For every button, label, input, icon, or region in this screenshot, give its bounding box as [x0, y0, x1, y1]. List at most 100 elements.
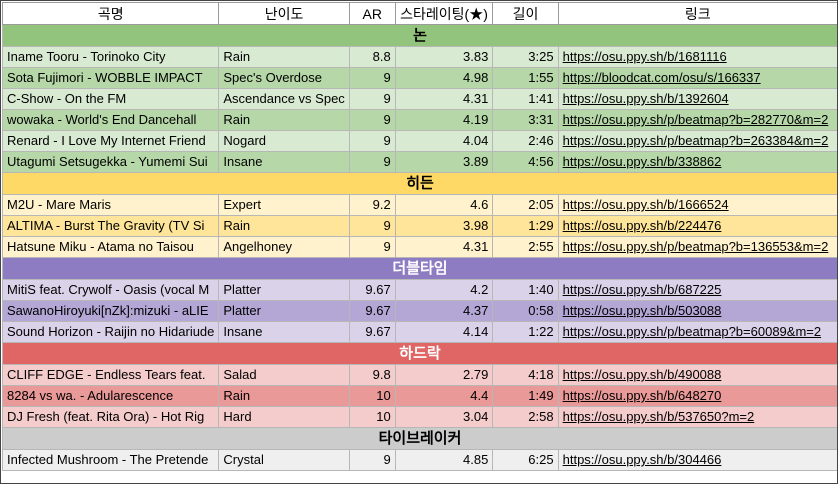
cell-link[interactable]: https://osu.ppy.sh/p/beatmap?b=60089&m=2	[557, 321, 838, 343]
cell-ar[interactable]: 9.67	[348, 321, 396, 343]
cell-length[interactable]: 1:40	[492, 279, 559, 301]
cell-ar[interactable]: 9	[348, 151, 396, 173]
cell-song[interactable]: 8284 vs wa. - Adularescence	[1, 385, 220, 407]
cell-stars[interactable]: 4.85	[394, 449, 494, 471]
cell-ar[interactable]: 9	[348, 449, 396, 471]
cell-link[interactable]: https://osu.ppy.sh/p/beatmap?b=136553&m=…	[557, 236, 838, 258]
cell-length[interactable]: 1:29	[492, 215, 559, 237]
cell-link[interactable]: https://osu.ppy.sh/b/648270	[557, 385, 838, 407]
cell-stars[interactable]: 4.4	[394, 385, 494, 407]
cell-stars[interactable]: 3.83	[394, 46, 494, 68]
cell-difficulty[interactable]: Insane	[218, 151, 350, 173]
cell-length[interactable]: 1:22	[492, 321, 559, 343]
cell-link[interactable]: https://osu.ppy.sh/b/503088	[557, 300, 838, 322]
cell-length[interactable]: 1:49	[492, 385, 559, 407]
cell-stars[interactable]: 4.37	[394, 300, 494, 322]
cell-song[interactable]: C-Show - On the FM	[1, 88, 220, 110]
cell-length[interactable]: 1:55	[492, 67, 559, 89]
header-song[interactable]: 곡명	[1, 2, 220, 25]
cell-link[interactable]: https://osu.ppy.sh/b/1392604	[557, 88, 838, 110]
cell-difficulty[interactable]: Salad	[218, 364, 350, 386]
cell-ar[interactable]: 9	[348, 67, 396, 89]
cell-link[interactable]: https://osu.ppy.sh/b/537650?m=2	[557, 406, 838, 428]
cell-stars[interactable]: 4.6	[394, 194, 494, 216]
cell-link[interactable]: https://osu.ppy.sh/p/beatmap?b=263384&m=…	[557, 130, 838, 152]
cell-stars[interactable]: 3.89	[394, 151, 494, 173]
cell-song[interactable]: SawanoHiroyuki[nZk]:mizuki - aLIE	[1, 300, 220, 322]
cell-length[interactable]: 2:46	[492, 130, 559, 152]
cell-link[interactable]: https://osu.ppy.sh/b/490088	[557, 364, 838, 386]
cell-difficulty[interactable]: Rain	[218, 385, 350, 407]
cell-link[interactable]: https://osu.ppy.sh/p/beatmap?b=282770&m=…	[557, 109, 838, 131]
section-title[interactable]: 논	[2, 24, 838, 47]
cell-link[interactable]: https://osu.ppy.sh/b/1681116	[557, 46, 838, 68]
cell-difficulty[interactable]: Platter	[218, 279, 350, 301]
cell-link[interactable]: https://osu.ppy.sh/b/1666524	[557, 194, 838, 216]
cell-ar[interactable]: 8.8	[348, 46, 396, 68]
cell-link[interactable]: https://osu.ppy.sh/b/224476	[557, 215, 838, 237]
cell-stars[interactable]: 3.04	[394, 406, 494, 428]
cell-difficulty[interactable]: Crystal	[218, 449, 350, 471]
cell-difficulty[interactable]: Nogard	[218, 130, 350, 152]
cell-length[interactable]: 6:25	[492, 449, 559, 471]
cell-difficulty[interactable]: Insane	[218, 321, 350, 343]
cell-length[interactable]: 3:31	[492, 109, 559, 131]
cell-ar[interactable]: 9.67	[348, 279, 396, 301]
cell-song[interactable]: M2U - Mare Maris	[1, 194, 220, 216]
cell-difficulty[interactable]: Expert	[218, 194, 350, 216]
cell-link[interactable]: https://osu.ppy.sh/b/687225	[557, 279, 838, 301]
cell-song[interactable]: Utagumi Setsugekka - Yumemi Sui	[1, 151, 220, 173]
cell-song[interactable]: wowaka - World's End Dancehall	[1, 109, 220, 131]
cell-length[interactable]: 0:58	[492, 300, 559, 322]
cell-stars[interactable]: 2.79	[394, 364, 494, 386]
cell-ar[interactable]: 9	[348, 236, 396, 258]
cell-length[interactable]: 4:18	[492, 364, 559, 386]
cell-difficulty[interactable]: Ascendance vs Spec	[218, 88, 350, 110]
cell-length[interactable]: 2:55	[492, 236, 559, 258]
cell-length[interactable]: 2:05	[492, 194, 559, 216]
cell-ar[interactable]: 9	[348, 130, 396, 152]
cell-song[interactable]: Hatsune Miku - Atama no Taisou	[1, 236, 220, 258]
cell-song[interactable]: Sound Horizon - Raijin no Hidariude	[1, 321, 220, 343]
cell-length[interactable]: 4:56	[492, 151, 559, 173]
section-title[interactable]: 히든	[2, 172, 838, 195]
cell-stars[interactable]: 4.98	[394, 67, 494, 89]
cell-song[interactable]: ALTIMA - Burst The Gravity (TV Si	[1, 215, 220, 237]
header-star-rating[interactable]: 스타레이팅(★)	[394, 2, 494, 25]
cell-stars[interactable]: 4.14	[394, 321, 494, 343]
cell-song[interactable]: CLIFF EDGE - Endless Tears feat.	[1, 364, 220, 386]
cell-song[interactable]: Iname Tooru - Torinoko City	[1, 46, 220, 68]
cell-ar[interactable]: 10	[348, 406, 396, 428]
header-difficulty[interactable]: 난이도	[218, 2, 350, 25]
cell-length[interactable]: 2:58	[492, 406, 559, 428]
cell-ar[interactable]: 9.8	[348, 364, 396, 386]
cell-ar[interactable]: 9.2	[348, 194, 396, 216]
cell-difficulty[interactable]: Rain	[218, 46, 350, 68]
cell-difficulty[interactable]: Spec's Overdose	[218, 67, 350, 89]
cell-stars[interactable]: 4.2	[394, 279, 494, 301]
section-title[interactable]: 타이브레이커	[2, 427, 838, 450]
cell-ar[interactable]: 9	[348, 88, 396, 110]
header-length[interactable]: 길이	[492, 2, 559, 25]
cell-ar[interactable]: 9	[348, 109, 396, 131]
cell-difficulty[interactable]: Rain	[218, 109, 350, 131]
cell-length[interactable]: 1:41	[492, 88, 559, 110]
cell-ar[interactable]: 10	[348, 385, 396, 407]
header-link[interactable]: 링크	[557, 2, 838, 25]
cell-song[interactable]: Renard - I Love My Internet Friend	[1, 130, 220, 152]
cell-stars[interactable]: 4.04	[394, 130, 494, 152]
cell-link[interactable]: https://bloodcat.com/osu/s/166337	[557, 67, 838, 89]
section-title[interactable]: 더블타임	[2, 257, 838, 280]
cell-stars[interactable]: 3.98	[394, 215, 494, 237]
cell-song[interactable]: MitiS feat. Crywolf - Oasis (vocal M	[1, 279, 220, 301]
cell-ar[interactable]: 9	[348, 215, 396, 237]
cell-difficulty[interactable]: Angelhoney	[218, 236, 350, 258]
cell-link[interactable]: https://osu.ppy.sh/b/304466	[557, 449, 838, 471]
cell-stars[interactable]: 4.31	[394, 236, 494, 258]
cell-song[interactable]: Infected Mushroom - The Pretende	[1, 449, 220, 471]
cell-difficulty[interactable]: Rain	[218, 215, 350, 237]
section-title[interactable]: 하드락	[2, 342, 838, 365]
cell-difficulty[interactable]: Platter	[218, 300, 350, 322]
cell-difficulty[interactable]: Hard	[218, 406, 350, 428]
cell-ar[interactable]: 9.67	[348, 300, 396, 322]
